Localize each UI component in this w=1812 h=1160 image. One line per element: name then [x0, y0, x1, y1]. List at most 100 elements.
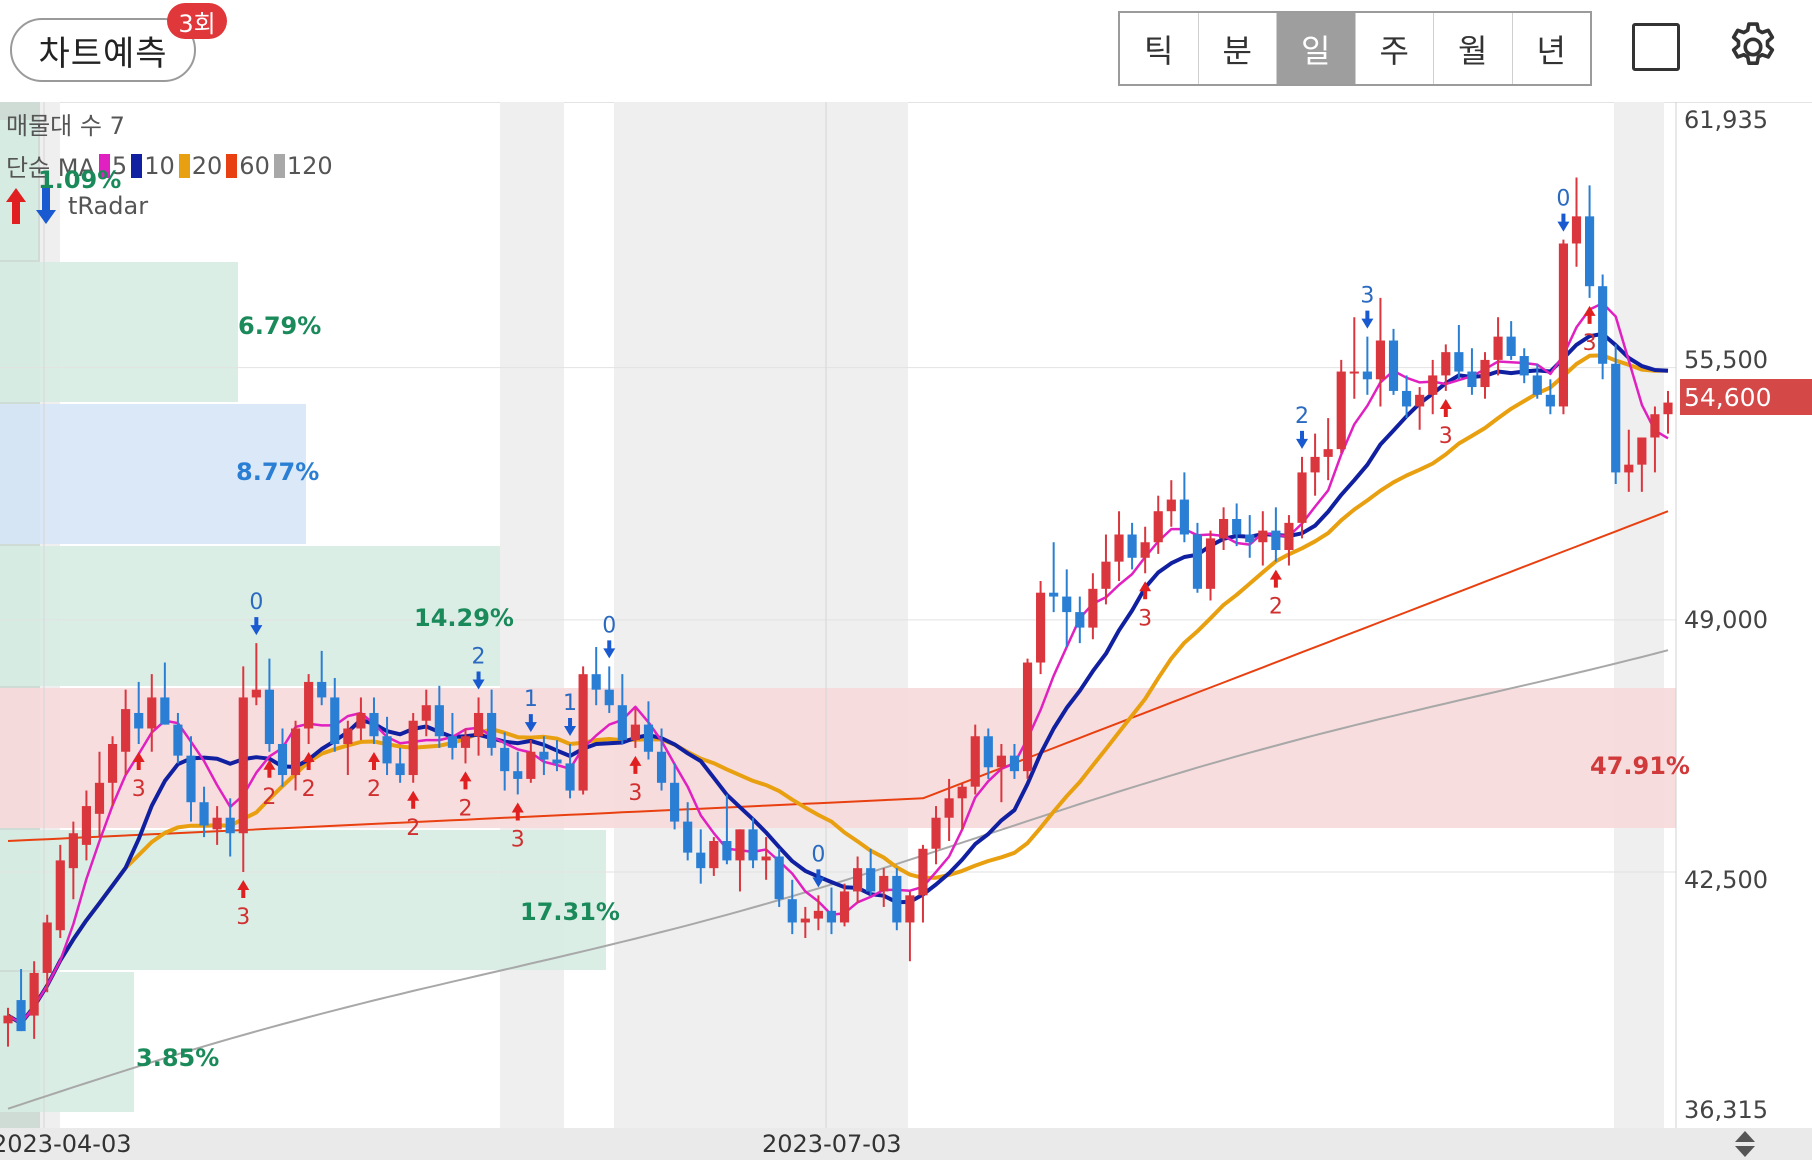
candle-body: [1611, 363, 1621, 473]
signal-down-arrow: [603, 640, 616, 659]
candle-body: [107, 744, 118, 783]
candle-body: [643, 724, 654, 752]
radar-signal: 2: [1295, 404, 1309, 449]
candlestick: [1232, 503, 1242, 547]
candle-body: [774, 856, 784, 900]
period-tab-year[interactable]: 년: [1513, 13, 1591, 84]
period-tab-tick[interactable]: 틱: [1120, 13, 1199, 84]
candle-body: [395, 763, 405, 776]
candlestick: [1558, 239, 1569, 415]
candle-body: [186, 755, 196, 803]
candle-body: [813, 910, 823, 919]
vp-label-4: 14.29%: [414, 604, 514, 632]
ma20-label: 20: [191, 151, 223, 180]
candlestick: [1571, 177, 1582, 267]
gear-icon[interactable]: [1724, 18, 1782, 76]
candle-body: [1650, 414, 1660, 438]
candle-body: [722, 840, 732, 861]
candle-body: [970, 736, 980, 787]
candlestick: [1088, 573, 1098, 640]
candle-body: [382, 736, 392, 764]
scroll-updown-icon[interactable]: [1730, 1128, 1760, 1160]
candlestick: [1166, 480, 1176, 527]
candle-body: [1441, 352, 1451, 376]
candlestick: [1362, 336, 1372, 395]
candle-body: [1075, 612, 1085, 628]
candle-body: [1336, 371, 1346, 450]
signal-label: 2: [458, 796, 472, 821]
signal-label: 3: [236, 905, 250, 930]
candlestick: [1310, 433, 1320, 496]
candle-body: [81, 806, 91, 845]
candle-body: [1205, 538, 1216, 589]
volume-profile-bar: [0, 262, 238, 402]
radar-signal: 3: [1138, 581, 1152, 631]
candle-body: [500, 747, 510, 772]
candlestick: [1140, 526, 1150, 574]
vp-label-1: 1.09%: [38, 166, 122, 194]
volume-profile-legend: 매물대 수 7: [6, 106, 125, 141]
candle-body: [1009, 755, 1020, 772]
signal-label: 2: [367, 777, 381, 802]
candle-body: [251, 689, 261, 698]
price-chart[interactable]: 20332 22231210303 232303: [0, 102, 1812, 1128]
shaded-column: [1614, 102, 1664, 1128]
volume-profile-count: 매물대 수 7: [6, 112, 125, 140]
candle-body: [1153, 511, 1163, 543]
candle-body: [800, 918, 810, 923]
candle-body: [1402, 390, 1412, 407]
chart-predict-label: 차트예측: [38, 33, 168, 74]
radar-signal: 3: [1439, 398, 1453, 449]
candle-body: [761, 856, 771, 861]
candle-body: [735, 829, 745, 861]
candle-body: [656, 751, 667, 783]
candle-body: [957, 786, 967, 799]
candle-body: [1532, 375, 1542, 395]
signal-label: 2: [1295, 404, 1309, 429]
candle-body: [121, 709, 131, 752]
price-tick-3: 49,000: [1684, 606, 1768, 634]
candle-body: [212, 817, 222, 830]
candle-body: [1598, 286, 1608, 364]
candlestick: [1611, 344, 1621, 485]
candlestick: [1127, 522, 1137, 570]
period-tab-day[interactable]: 일: [1277, 13, 1356, 84]
candlestick: [1036, 581, 1046, 675]
candle-body: [1663, 402, 1673, 415]
candle-body: [473, 712, 484, 737]
vp-label-3: 8.77%: [236, 458, 320, 486]
candle-body: [787, 899, 797, 923]
candlestick: [1663, 390, 1673, 434]
period-tab-minute[interactable]: 분: [1199, 13, 1277, 84]
period-tab-week[interactable]: 주: [1356, 13, 1434, 84]
signal-label: 2: [406, 816, 420, 841]
candle-body: [264, 689, 274, 745]
fullscreen-square-icon[interactable]: [1632, 23, 1680, 71]
candle-body: [147, 697, 157, 729]
candlestick: [774, 848, 784, 907]
candle-body: [1297, 472, 1307, 523]
candlestick: [1114, 511, 1124, 582]
candle-body: [1493, 336, 1503, 360]
period-tab-month[interactable]: 월: [1434, 13, 1513, 84]
radar-signal: 2: [1269, 569, 1283, 620]
candlestick: [1205, 530, 1216, 601]
candle-body: [839, 891, 850, 923]
shaded-column: [614, 102, 908, 1128]
candle-body: [447, 736, 457, 748]
signal-up-arrow: [1439, 398, 1452, 417]
candle-body: [1022, 662, 1033, 772]
candle-body: [683, 821, 693, 853]
candle-body: [1349, 371, 1359, 374]
candle-body: [931, 817, 941, 849]
candle-body: [1467, 371, 1477, 388]
candle-body: [826, 910, 837, 923]
candlestick: [1022, 658, 1033, 779]
candle-body: [94, 782, 105, 814]
candle-body: [1258, 530, 1268, 543]
candle-body: [1062, 596, 1072, 613]
candle-body: [290, 728, 301, 776]
candlestick: [1506, 321, 1516, 360]
period-selector: 틱 분 일 주 월 년: [1118, 11, 1592, 86]
candle-body: [1323, 449, 1333, 457]
